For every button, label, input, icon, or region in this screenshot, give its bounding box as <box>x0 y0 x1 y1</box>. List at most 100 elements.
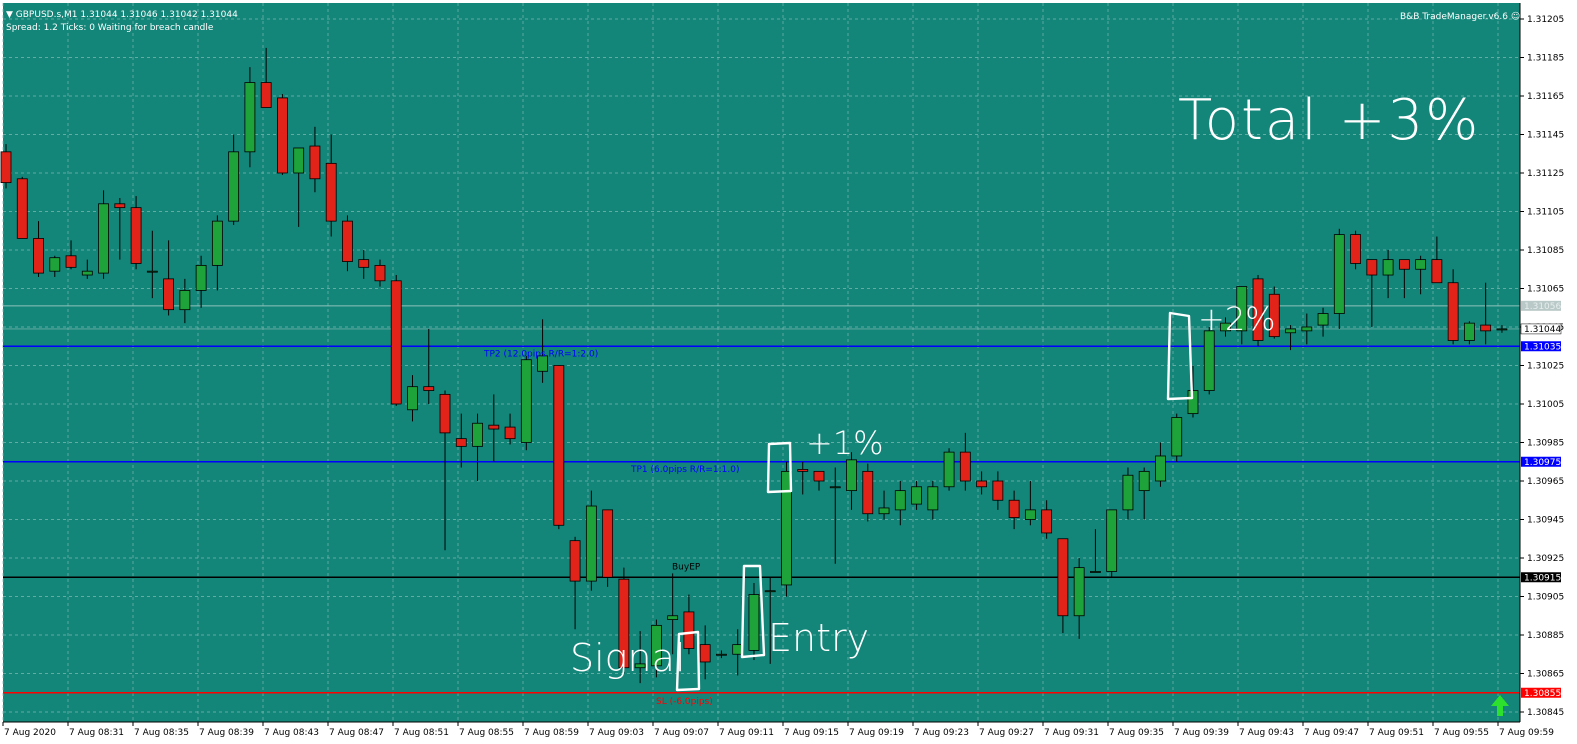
y-tick-label: 1.30945 <box>1527 516 1564 526</box>
candle <box>748 583 760 661</box>
candle <box>98 190 109 279</box>
candle <box>1350 230 1361 270</box>
candle-body <box>65 255 77 268</box>
entry-price-tag-label: 1.30915 <box>1524 573 1561 583</box>
x-tick-label: 7 Aug 09:23 <box>914 728 969 738</box>
candle-body <box>407 386 418 411</box>
candle-body <box>862 470 874 515</box>
candle-body <box>1203 330 1215 391</box>
x-tick-label: 7 Aug 2020 <box>4 728 56 738</box>
symbol-info-line: ▼ GBPUSD.s,M1 1.31044 1.31046 1.31042 1.… <box>6 10 238 20</box>
status-line: Spread: 1.2 Ticks: 0 Waiting for breach … <box>6 23 214 33</box>
candle-body <box>797 469 809 472</box>
candle-body <box>520 359 532 443</box>
x-tick-label: 7 Aug 08:39 <box>199 728 254 738</box>
y-tick-label: 1.30885 <box>1527 631 1564 641</box>
x-tick-label: 7 Aug 08:59 <box>524 728 579 738</box>
candle-body <box>1447 282 1459 341</box>
candle <box>553 365 565 530</box>
ask-price-tag-label: 1.31056 <box>1524 302 1561 312</box>
candle-body <box>1301 326 1313 332</box>
candle-body <box>33 238 44 274</box>
x-tick-label: 7 Aug 08:55 <box>459 728 514 738</box>
y-tick-label: 1.31125 <box>1527 169 1564 179</box>
y-tick-label: 1.31205 <box>1527 15 1564 25</box>
tp1-line-label: TP1 (6.0pips R/R=1:1.0) <box>630 465 739 475</box>
x-tick-label: 7 Aug 09:55 <box>1434 728 1489 738</box>
candle-body <box>472 422 483 447</box>
candle-body <box>16 178 28 239</box>
candle-body <box>1398 259 1410 270</box>
candle-body <box>309 145 321 180</box>
candle-body <box>829 486 841 489</box>
candle-body <box>146 270 158 273</box>
candle-body <box>1415 259 1427 270</box>
candle-body <box>374 264 386 282</box>
candle-body <box>439 393 451 434</box>
annotation-plus2: +2% <box>1198 300 1276 338</box>
y-tick-label: 1.30905 <box>1527 593 1564 603</box>
x-tick-label: 7 Aug 08:31 <box>69 728 124 738</box>
x-tick-label: 7 Aug 09:35 <box>1109 728 1164 738</box>
candle-body <box>1090 571 1101 573</box>
x-tick-label: 7 Aug 09:59 <box>1499 728 1554 738</box>
candle-body <box>959 451 971 482</box>
candle <box>1333 228 1345 329</box>
candle-body <box>1106 509 1118 572</box>
candle-body <box>878 507 890 515</box>
candle-body <box>358 259 370 268</box>
candle-body <box>504 426 516 440</box>
trading-chart[interactable]: TP2 (12.0pips R/R=1:2.0) TP1 (6.0pips R/R… <box>0 0 1577 744</box>
candle-body <box>1366 259 1378 276</box>
x-tick-label: 7 Aug 09:03 <box>589 728 644 738</box>
candle-body <box>585 505 597 582</box>
sl-price-tag-label: 1.30855 <box>1524 689 1561 699</box>
expert-name: B&B TradeManager.v6.6 <box>1400 12 1508 22</box>
tp1-price-tag-label: 1.30975 <box>1524 458 1561 468</box>
candle-body <box>98 203 109 274</box>
candle-body <box>569 540 581 582</box>
candle-body <box>1333 234 1345 314</box>
candle-body <box>553 365 565 526</box>
candle-body <box>49 257 61 272</box>
candle-body <box>114 203 126 209</box>
candle-body <box>0 151 12 184</box>
sl-line-label: SL (-6.0pips) <box>656 697 713 707</box>
candle-body <box>1155 455 1166 482</box>
y-tick-label: 1.31165 <box>1527 92 1564 102</box>
candle-body <box>1496 328 1508 331</box>
candle-body <box>894 490 906 511</box>
y-tick-label: 1.31185 <box>1527 54 1564 64</box>
candle-body <box>1285 328 1296 334</box>
candle-body <box>1073 567 1085 617</box>
annotation-total: Total +3% <box>1178 88 1481 153</box>
buyep-label: BuyEP <box>672 562 701 572</box>
candle-body <box>195 264 207 291</box>
x-tick-label: 7 Aug 09:47 <box>1304 728 1359 738</box>
candle <box>390 275 402 406</box>
y-tick-label: 1.30845 <box>1527 708 1564 718</box>
candle-body <box>1041 509 1053 534</box>
x-tick-label: 7 Aug 08:47 <box>329 728 384 738</box>
expert-label[interactable]: B&B TradeManager.v6.6 ☺ <box>1400 12 1520 23</box>
candle-body <box>390 280 402 405</box>
candle-body <box>325 162 337 222</box>
x-tick-label: 7 Aug 09:19 <box>849 728 904 738</box>
candle <box>16 176 28 239</box>
candle-body <box>1480 324 1492 332</box>
x-tick-label: 7 Aug 09:43 <box>1239 728 1294 738</box>
candle-body <box>163 278 175 311</box>
candle-body <box>228 151 240 222</box>
candle <box>1171 413 1183 462</box>
candle-body <box>602 509 614 578</box>
x-tick-label: 7 Aug 09:11 <box>719 728 774 738</box>
x-tick-label: 7 Aug 09:07 <box>654 728 709 738</box>
smiley-icon: ☺ <box>1508 12 1521 22</box>
candle <box>943 448 955 491</box>
bid-price-tag-label: 1.31044 <box>1524 325 1561 335</box>
candle <box>277 94 288 175</box>
x-tick-label: 7 Aug 08:43 <box>264 728 319 738</box>
x-tick-label: 7 Aug 09:27 <box>979 728 1034 738</box>
y-tick-label: 1.30965 <box>1527 477 1564 487</box>
candle-body <box>293 147 305 174</box>
